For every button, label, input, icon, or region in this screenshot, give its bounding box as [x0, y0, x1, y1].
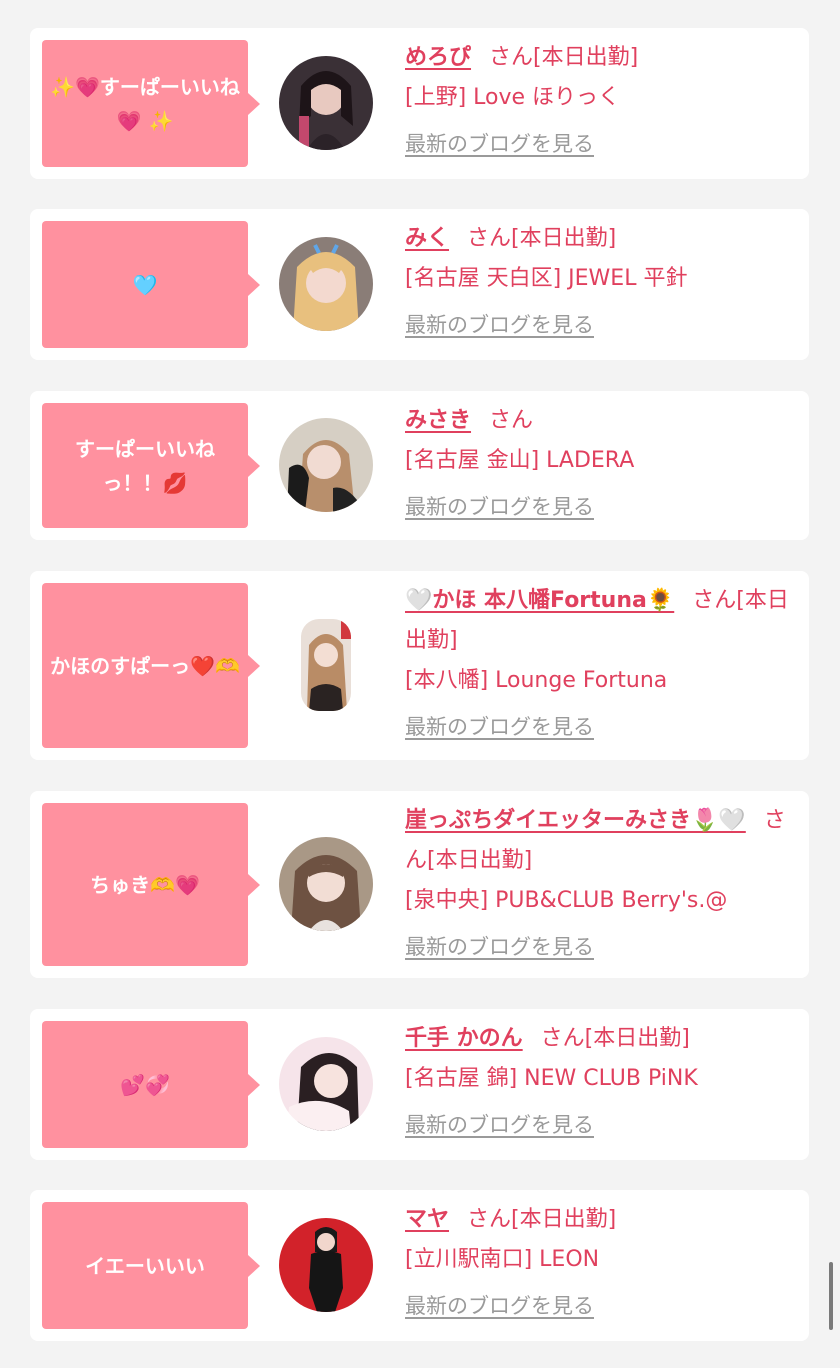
blog-link[interactable]: 最新のブログを見る [405, 305, 594, 345]
avatar[interactable] [279, 237, 373, 331]
comment-bubble: 💕💞 [42, 1021, 260, 1148]
list-item: かほのすぱーっ❤️🫶 🤍かほ 本八幡Fortuna🌻 さん[本日出勤] [本八幡]… [30, 571, 809, 760]
status-text: さん[本日出勤] [467, 226, 617, 251]
store-text: [上野] Love ほりっく [405, 85, 621, 110]
blog-link[interactable]: 最新のブログを見る [405, 707, 594, 747]
blog-link[interactable]: 最新のブログを見る [405, 487, 594, 527]
store-text: [本八幡] Lounge Fortuna [405, 668, 668, 693]
cast-info: マヤ さん[本日出勤] [立川駅南口] LEON 最新のブログを見る [405, 1200, 800, 1327]
avatar[interactable] [279, 418, 373, 512]
cast-name-link[interactable]: 崖っぷちダイエッターみさき🌷🤍 [405, 808, 746, 833]
cast-info: 千手 かのん さん[本日出勤] [名古屋 錦] NEW CLUB PiNK 最新の… [405, 1019, 800, 1146]
status-text: さん [489, 408, 534, 433]
list-item: 🩵 みく さん[本日出勤] [名古屋 天白区] JEWEL 平針 最新のブログを見… [30, 209, 809, 360]
store-text: [泉中央] PUB&CLUB Berry's.@ [405, 888, 728, 913]
cast-name-link[interactable]: 千手 かのん [405, 1026, 523, 1051]
comment-bubble: 🩵 [42, 221, 260, 348]
list-item: ちゅき🫶💗 崖っぷちダイエッターみさき🌷🤍 さん[本日出勤] [泉中央] PUB&… [30, 791, 809, 978]
cast-info: めろぴ さん[本日出勤] [上野] Love ほりっく 最新のブログを見る [405, 38, 800, 165]
cast-name-link[interactable]: めろぴ [405, 45, 471, 70]
list-item: すーぱーいいねっ！！💋 みさき さん [名古屋 金山] LADERA 最新のブログ… [30, 391, 809, 540]
list-item: 💕💞 千手 かのん さん[本日出勤] [名古屋 錦] NEW CLUB PiNK … [30, 1009, 809, 1160]
blog-link[interactable]: 最新のブログを見る [405, 1286, 594, 1326]
comment-bubble: すーぱーいいねっ！！💋 [42, 403, 260, 528]
avatar[interactable] [301, 619, 351, 711]
status-text: さん[本日出勤] [540, 1026, 690, 1051]
cast-info: 崖っぷちダイエッターみさき🌷🤍 さん[本日出勤] [泉中央] PUB&CLUB B… [405, 801, 800, 968]
cast-info: みく さん[本日出勤] [名古屋 天白区] JEWEL 平針 最新のブログを見る [405, 219, 800, 346]
list-item: イエーいいい マヤ さん[本日出勤] [立川駅南口] LEON 最新のブログを見る [30, 1190, 809, 1341]
store-text: [名古屋 天白区] JEWEL 平針 [405, 266, 688, 291]
comment-bubble: かほのすぱーっ❤️🫶 [42, 583, 260, 748]
status-text: さん[本日出勤] [489, 45, 639, 70]
scrollbar[interactable] [829, 1262, 833, 1330]
store-text: [名古屋 錦] NEW CLUB PiNK [405, 1066, 698, 1091]
avatar[interactable] [279, 837, 373, 931]
avatar[interactable] [279, 1218, 373, 1312]
avatar[interactable] [279, 1037, 373, 1131]
blog-link[interactable]: 最新のブログを見る [405, 927, 594, 967]
status-text: さん[本日出勤] [467, 1207, 617, 1232]
store-text: [名古屋 金山] LADERA [405, 448, 635, 473]
comment-bubble: ちゅき🫶💗 [42, 803, 260, 966]
cast-info: 🤍かほ 本八幡Fortuna🌻 さん[本日出勤] [本八幡] Lounge For… [405, 581, 800, 748]
cast-name-link[interactable]: みさき [405, 408, 471, 433]
cast-name-link[interactable]: みく [405, 226, 449, 251]
blog-link[interactable]: 最新のブログを見る [405, 1105, 594, 1145]
cast-name-link[interactable]: 🤍かほ 本八幡Fortuna🌻 [405, 588, 674, 613]
list-item: ✨💗すーぱーいいね💗 ✨ めろぴ さん[本日出勤] [上野] Love ほりっく … [30, 28, 809, 179]
comment-bubble: ✨💗すーぱーいいね💗 ✨ [42, 40, 260, 167]
store-text: [立川駅南口] LEON [405, 1247, 600, 1272]
cast-name-link[interactable]: マヤ [405, 1207, 449, 1232]
avatar[interactable] [279, 56, 373, 150]
cast-info: みさき さん [名古屋 金山] LADERA 最新のブログを見る [405, 401, 800, 528]
blog-link[interactable]: 最新のブログを見る [405, 124, 594, 164]
comment-bubble: イエーいいい [42, 1202, 260, 1329]
